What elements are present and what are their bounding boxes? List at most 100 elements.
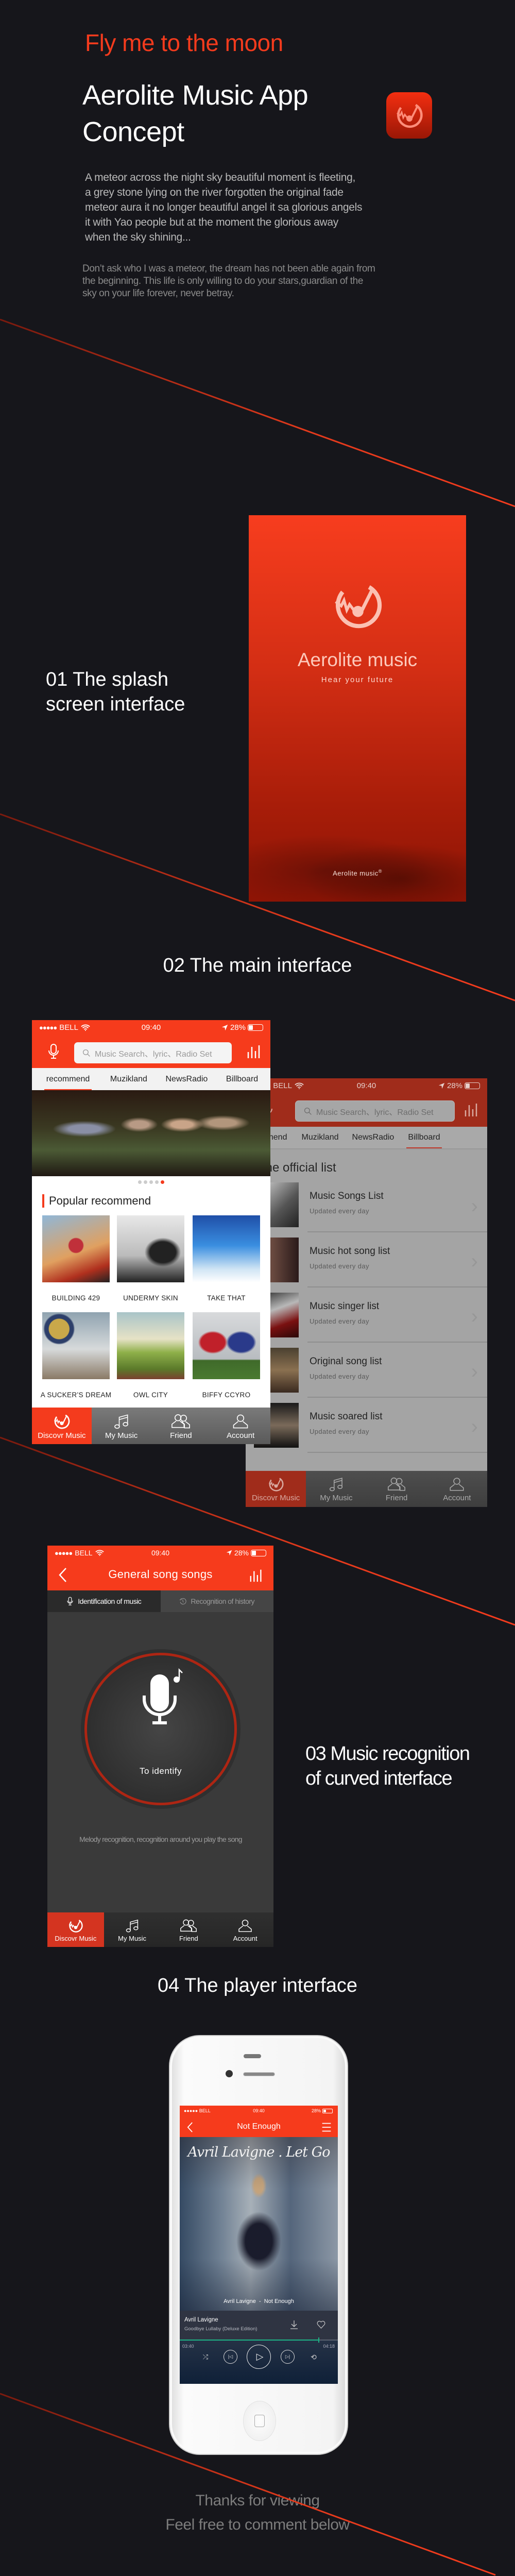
- battery-icon: [322, 2108, 333, 2113]
- recognition-hint: Melody recognition, recognition around y…: [79, 1835, 242, 1843]
- title-line: Aerolite Music App: [82, 80, 308, 111]
- next-icon[interactable]: ▷|: [281, 2350, 295, 2364]
- banner-image[interactable]: [32, 1090, 270, 1176]
- tab-account[interactable]: Account: [211, 1408, 270, 1444]
- tab-identification[interactable]: Identification of music: [47, 1590, 161, 1612]
- section-heading-player: 04 The player interface: [158, 1975, 357, 1996]
- tab-my-music[interactable]: My Music: [92, 1408, 151, 1444]
- progress-track[interactable]: [180, 2337, 338, 2343]
- elapsed-time: 03:40: [182, 2344, 194, 2349]
- album-card[interactable]: OWL CITY: [117, 1312, 184, 1399]
- title-line: Concept: [82, 116, 184, 147]
- splash-brand: Aerolite music: [297, 649, 418, 670]
- music-note-icon: [112, 1412, 131, 1431]
- equalizer-icon[interactable]: [249, 1567, 264, 1584]
- main-screen: ●●●●● BELL 09:40 28% Music Search、lyric、R…: [32, 1020, 270, 1444]
- shuffle-icon[interactable]: ⤮: [200, 2352, 211, 2362]
- equalizer-icon[interactable]: [247, 1044, 262, 1059]
- meteor-line: [0, 318, 515, 507]
- search-input[interactable]: Music Search、lyric、Radio Set: [295, 1100, 455, 1122]
- page-dot[interactable]: [138, 1180, 142, 1184]
- repeat-icon[interactable]: ⟲: [308, 2352, 319, 2362]
- search-input[interactable]: Music Search、lyric、Radio Set: [74, 1042, 232, 1063]
- banner-pagination[interactable]: [32, 1180, 270, 1184]
- list-item-subtitle: Updated every day: [310, 1428, 369, 1435]
- tab-friend[interactable]: Friend: [161, 1912, 217, 1947]
- tab-recommend[interactable]: recommend: [44, 1069, 92, 1090]
- tab-account[interactable]: Account: [217, 1912, 273, 1947]
- status-bar: ●●●●●BELL 09:40 28%: [47, 1546, 273, 1561]
- menu-icon[interactable]: [321, 2122, 332, 2132]
- tab-label: My Music: [320, 1494, 353, 1502]
- song-title: Not Enough: [237, 2122, 281, 2131]
- album-card[interactable]: BIFFY CCYRO: [193, 1312, 260, 1399]
- tab-history[interactable]: Recognition of history: [160, 1590, 273, 1612]
- tab-newsradio[interactable]: NewsRadio: [166, 1075, 208, 1084]
- list-item-title: Music Songs List: [310, 1191, 384, 1201]
- bottom-tab-bar: Discovr Music My Music Friend Account: [246, 1471, 487, 1507]
- home-button[interactable]: [243, 2401, 276, 2441]
- list-item[interactable]: Music soared list Updated every day ›: [254, 1398, 487, 1453]
- tab-billboard[interactable]: Billboard: [226, 1075, 258, 1084]
- section-heading-splash: 01 The splash screen interface: [46, 667, 185, 717]
- history-icon: [179, 1598, 186, 1605]
- page-dot-active[interactable]: [161, 1180, 164, 1184]
- page-dot[interactable]: [155, 1180, 159, 1184]
- tab-billboard[interactable]: Billboard: [406, 1127, 442, 1148]
- tab-account[interactable]: Account: [427, 1471, 487, 1507]
- list-item-subtitle: Updated every day: [310, 1262, 369, 1270]
- heading-line: of curved interface: [305, 1768, 453, 1789]
- header: ●●●●●BELL 09:40 28% Music Search、lyric、R…: [246, 1078, 487, 1127]
- battery-percent: 28%: [230, 1023, 246, 1032]
- page-dot[interactable]: [149, 1180, 153, 1184]
- tab-friend[interactable]: Friend: [367, 1471, 427, 1507]
- previous-icon[interactable]: |◁: [224, 2350, 237, 2364]
- tab-my-music[interactable]: My Music: [104, 1912, 161, 1947]
- description-line: meteor aura it no longer beautiful angel…: [85, 201, 363, 213]
- equalizer-icon[interactable]: [464, 1102, 479, 1117]
- earpiece: [243, 2072, 275, 2076]
- account-icon: [231, 1412, 250, 1431]
- play-icon[interactable]: ▷: [247, 2345, 271, 2369]
- tab-my-music[interactable]: My Music: [306, 1471, 366, 1507]
- tab-label: Friend: [385, 1494, 408, 1502]
- tab-newsradio[interactable]: NewsRadio: [352, 1133, 394, 1142]
- list-item[interactable]: Music Songs List Updated every day ›: [254, 1177, 487, 1232]
- intro-description: A meteor across the night sky beautiful …: [85, 170, 363, 245]
- tab-discover-music[interactable]: Discovr Music: [47, 1912, 104, 1947]
- album-card[interactable]: BUILDING 429: [42, 1215, 110, 1302]
- list-item-title: Music hot song list: [310, 1246, 390, 1257]
- section-heading-recognition: 03 Music recognition of curved interface: [305, 1741, 470, 1791]
- tab-friend[interactable]: Friend: [151, 1408, 211, 1444]
- intro-quote: Don’t ask who I was a meteor, the dream …: [82, 263, 375, 300]
- track-info: Avril Lavigne Goodbye Lullaby (Deluxe Ed…: [180, 2311, 338, 2340]
- list-item[interactable]: Music singer list Updated every day ›: [254, 1287, 487, 1343]
- list-item[interactable]: Original song list Updated every day ›: [254, 1343, 487, 1398]
- album-name: Goodbye Lullaby (Deluxe Edition): [184, 2326, 258, 2332]
- tab-muzikland[interactable]: Muzikland: [110, 1075, 147, 1084]
- tagline: Fly me to the moon: [85, 29, 283, 56]
- download-icon[interactable]: [290, 2320, 298, 2329]
- battery-percent: 28%: [447, 1081, 462, 1090]
- location-icon: [438, 1082, 445, 1089]
- album-card[interactable]: UNDERMY SKIN: [117, 1215, 184, 1302]
- splash-slogan: Hear your future: [321, 675, 394, 684]
- art-caption: Avril Lavigne - Not Enough: [224, 2298, 294, 2304]
- microphone-icon[interactable]: [47, 1043, 60, 1060]
- quote-line: the beginning. This life is only willing…: [82, 276, 364, 286]
- album-card[interactable]: A SUCKER’S DREAM: [41, 1312, 111, 1399]
- tab-discover-music[interactable]: Discovr Music: [246, 1471, 306, 1507]
- page-dot[interactable]: [144, 1180, 147, 1184]
- tab-discover-music[interactable]: Discovr Music: [32, 1408, 92, 1444]
- tab-label: Account: [233, 1934, 258, 1942]
- album-card[interactable]: TAKE THAT: [193, 1215, 260, 1302]
- tab-muzikland[interactable]: Muzikland: [301, 1133, 338, 1142]
- list-item[interactable]: Music hot song list Updated every day ›: [254, 1232, 487, 1287]
- music-note-icon: [328, 1476, 345, 1493]
- player-controls: 03:40 04:18 ⤮ |◁ ▷ ▷| ⟲: [180, 2337, 338, 2384]
- tab-label: Discovr Music: [55, 1934, 97, 1942]
- splash-footer: Aerolite music®: [249, 869, 466, 877]
- album-art-lettering: Avril Lavigne . Let Go: [187, 2144, 331, 2160]
- heart-icon[interactable]: [317, 2320, 325, 2329]
- recognition-tabs: Identification of music Recognition of h…: [47, 1590, 273, 1612]
